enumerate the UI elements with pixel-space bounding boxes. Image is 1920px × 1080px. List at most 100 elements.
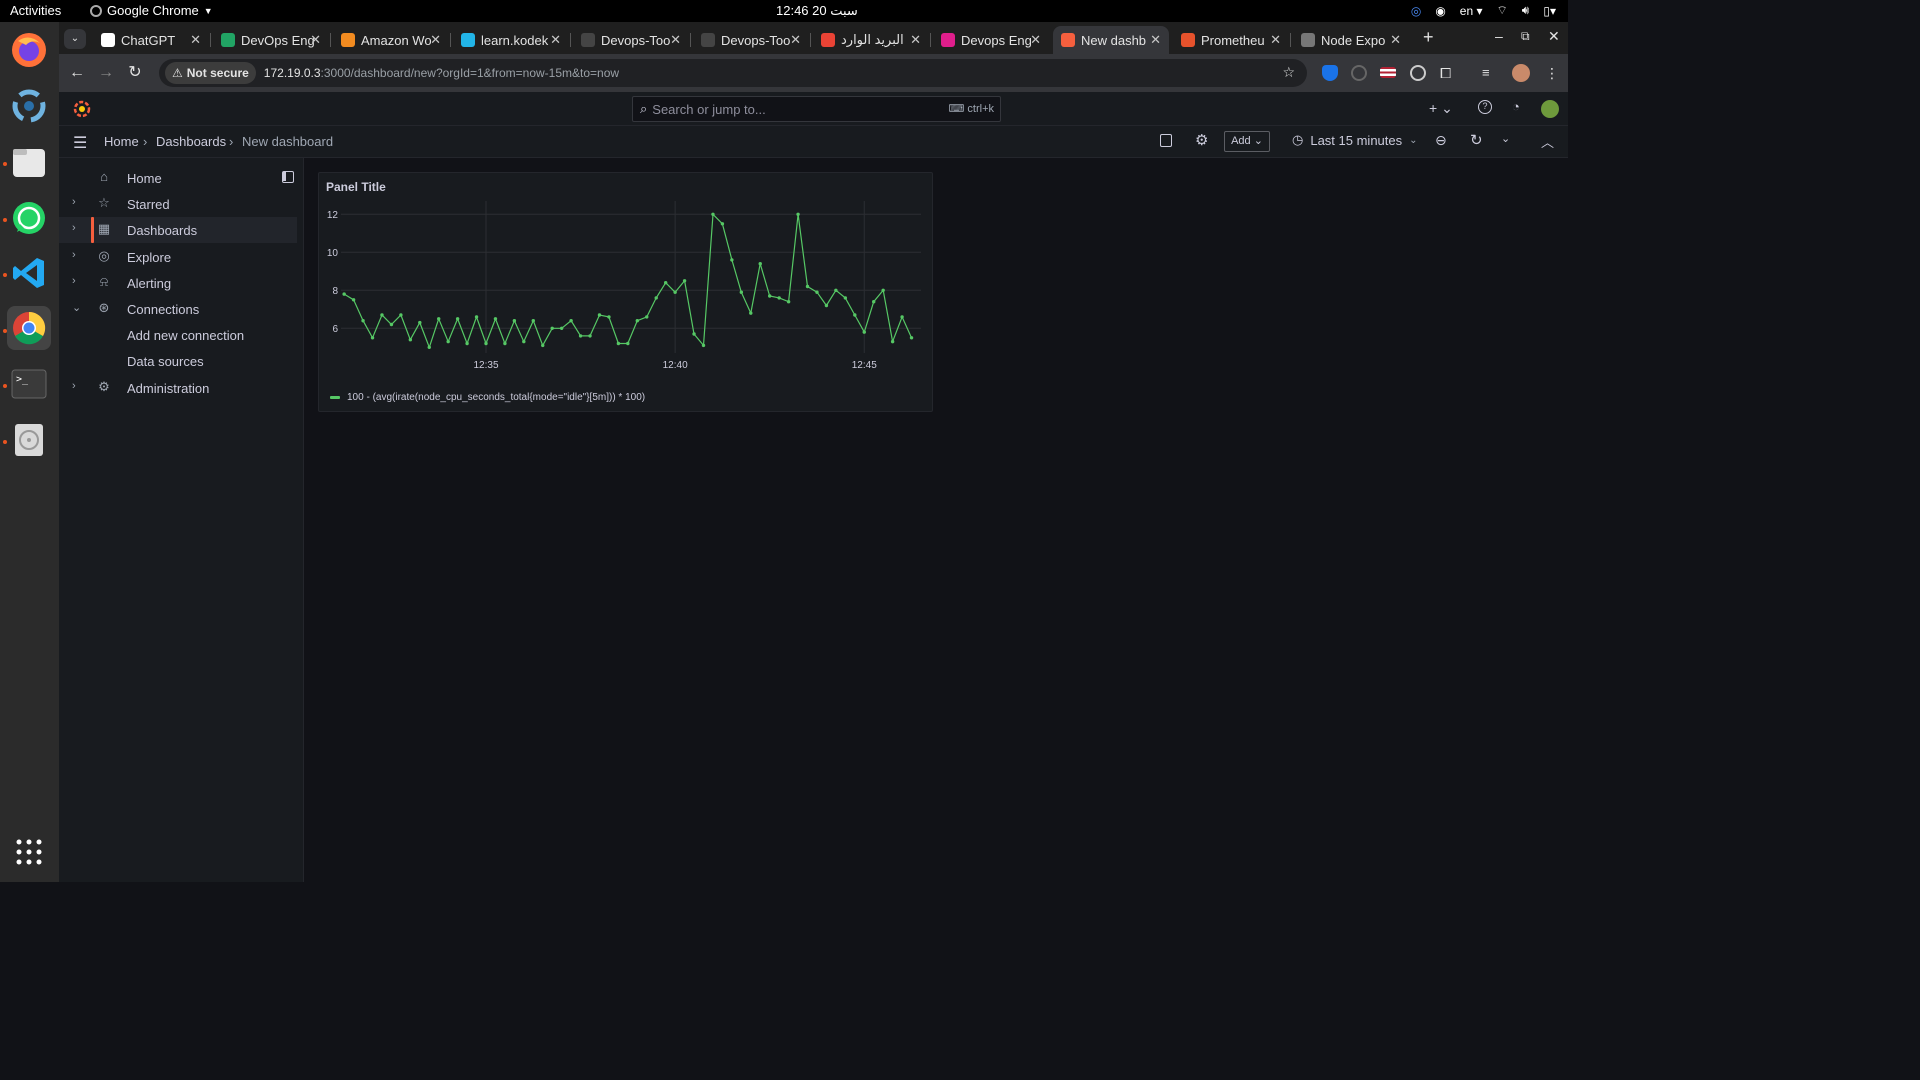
language-indicator[interactable]: en ▾ — [1460, 4, 1483, 18]
sidebar-item-data-sources[interactable]: Data sources — [59, 348, 297, 374]
chevron-right-icon[interactable]: › — [72, 275, 76, 287]
chevron-right-icon[interactable]: › — [72, 249, 76, 261]
breadcrumb-home[interactable]: Home — [104, 134, 139, 149]
sidebar-item-add-new-connection[interactable]: Add new connection — [59, 322, 297, 348]
wifi-icon[interactable]: ⌔ — [1497, 3, 1508, 18]
menu-toggle-icon[interactable]: ☰ — [73, 133, 87, 153]
chevron-down-icon[interactable]: ⌄ — [72, 301, 81, 314]
bookmark-star-icon[interactable]: ☆ — [1282, 64, 1295, 81]
user-avatar[interactable] — [1541, 100, 1559, 118]
time-series-chart[interactable]: 6 8 10 12 12:35 12:40 12:45 — [319, 197, 932, 397]
firefox-icon[interactable] — [7, 28, 51, 72]
restore-window-button[interactable]: ⧉ — [1521, 29, 1530, 44]
security-chip[interactable]: ⚠ Not secure — [165, 62, 256, 84]
settings-gear-icon[interactable]: ⚙ — [1195, 131, 1208, 149]
tab-close-icon[interactable]: ✕ — [190, 32, 201, 48]
volume-icon[interactable]: 🔊︎ — [1522, 3, 1530, 18]
tab-close-icon[interactable]: ✕ — [1270, 32, 1281, 48]
forward-button[interactable]: → — [95, 62, 117, 84]
tab-close-icon[interactable]: ✕ — [430, 32, 441, 48]
whatsapp-icon[interactable] — [7, 196, 51, 240]
tab-close-icon[interactable]: ✕ — [1030, 32, 1041, 48]
chart-legend[interactable]: 100 - (avg(irate(node_cpu_seconds_total{… — [330, 392, 645, 403]
tab-close-icon[interactable]: ✕ — [790, 32, 801, 48]
tab-close-icon[interactable]: ✕ — [910, 32, 921, 48]
sync-icon[interactable]: ◎ — [1411, 4, 1421, 18]
extension-globe-icon[interactable] — [1410, 65, 1426, 81]
new-tab-button[interactable]: + — [1423, 27, 1434, 48]
profile-avatar[interactable] — [1512, 64, 1530, 82]
extension-shield-icon[interactable] — [1322, 65, 1338, 81]
tab-10[interactable]: Node Expo ✕ — [1293, 26, 1409, 54]
app-grid-icon[interactable] — [7, 830, 51, 874]
data-point — [550, 326, 554, 330]
save-dashboard-icon[interactable] — [1160, 134, 1172, 147]
sidebar-item-dashboards[interactable]: › ▦ Dashboards — [59, 217, 297, 244]
tab-6[interactable]: البريد الوارد ✕ — [813, 26, 929, 54]
close-window-button[interactable]: ✕ — [1548, 28, 1560, 45]
system-tray[interactable]: ◎ ◉ en ▾ ⌔ 🔊︎ ▯▾ — [1411, 3, 1556, 18]
tab-search-button[interactable]: ⌄ — [64, 29, 86, 49]
tab-close-icon[interactable]: ✕ — [1390, 32, 1401, 48]
tab-8[interactable]: New dashb ✕ — [1053, 26, 1169, 54]
spiral-app-icon[interactable] — [7, 84, 51, 128]
reload-button[interactable]: ↻ — [124, 62, 146, 84]
sidebar-item-home[interactable]: ⌂ Home — [59, 165, 297, 191]
time-range-picker[interactable]: ◷ Last 15 minutes ⌄ — [1292, 132, 1418, 148]
sidebar-item-connections[interactable]: ⌄ ⊛ Connections — [59, 296, 297, 322]
grafana-logo-icon[interactable] — [73, 100, 91, 123]
panel-title[interactable]: Panel Title — [326, 180, 386, 194]
tab-2[interactable]: Amazon Wo ✕ — [333, 26, 449, 54]
files-icon[interactable] — [7, 140, 51, 184]
sidebar-item-explore[interactable]: › ◎ Explore — [59, 244, 297, 270]
tab-favicon-icon — [221, 33, 235, 47]
breadcrumb-dashboards[interactable]: Dashboards — [156, 134, 226, 149]
help-icon[interactable]: ? — [1478, 100, 1492, 114]
search-input[interactable]: ⌕ Search or jump to... ⌨ ctrl+k — [632, 96, 1001, 122]
chrome-tray-icon[interactable]: ◉ — [1435, 4, 1445, 18]
media-control-icon[interactable]: ≡ — [1482, 65, 1498, 81]
extension-eye-icon[interactable] — [1351, 65, 1367, 81]
clock[interactable]: 12:46 سبت 20 — [776, 3, 858, 19]
tab-close-icon[interactable]: ✕ — [1150, 32, 1161, 48]
tab-7[interactable]: Devops Eng ✕ — [933, 26, 1049, 54]
data-point — [626, 341, 630, 346]
tab-5[interactable]: Devops-Too ✕ — [693, 26, 809, 54]
chrome-menu-icon[interactable]: ⋮ — [1545, 65, 1561, 81]
add-button[interactable]: Add ⌄ — [1224, 131, 1270, 152]
terminal-icon[interactable]: >_ — [7, 362, 51, 406]
tab-3[interactable]: learn.kodek ✕ — [453, 26, 569, 54]
battery-icon[interactable]: ▯▾ — [1543, 4, 1556, 18]
tab-1[interactable]: DevOps Eng ✕ — [213, 26, 329, 54]
chevron-right-icon[interactable]: › — [72, 196, 76, 208]
refresh-interval-chevron-icon[interactable]: ⌄ — [1501, 132, 1510, 145]
news-rss-icon[interactable]: ◔ — [1512, 99, 1520, 114]
app-menu[interactable]: Google Chrome ▼ — [90, 3, 213, 18]
new-plus-button[interactable]: + ⌄ — [1429, 100, 1453, 117]
tab-close-icon[interactable]: ✕ — [550, 32, 561, 48]
tab-9[interactable]: Prometheu ✕ — [1173, 26, 1289, 54]
chevron-right-icon[interactable]: › — [72, 222, 76, 234]
tab-close-icon[interactable]: ✕ — [310, 32, 321, 48]
data-point — [484, 341, 488, 346]
tab-close-icon[interactable]: ✕ — [670, 32, 681, 48]
tab-4[interactable]: Devops-Too ✕ — [573, 26, 689, 54]
sidebar-item-alerting[interactable]: › ⍾ Alerting — [59, 270, 297, 296]
back-button[interactable]: ← — [66, 62, 88, 84]
graph-panel[interactable]: Panel Title 6 8 10 12 12:35 12:40 12:45 100 - … — [318, 172, 933, 412]
refresh-icon[interactable]: ↻ — [1470, 131, 1483, 149]
chrome-dock-icon[interactable] — [7, 306, 51, 350]
sidebar-item-starred[interactable]: › ☆ Starred — [59, 191, 297, 217]
zoom-out-icon[interactable]: ⊖ — [1435, 132, 1447, 149]
collapse-chevron-up-icon[interactable]: ︿ — [1541, 132, 1554, 151]
chevron-right-icon[interactable]: › — [72, 380, 76, 392]
extensions-puzzle-icon[interactable]: ⧠ — [1440, 65, 1456, 81]
minimize-window-button[interactable]: – — [1495, 28, 1503, 44]
omnibox[interactable]: ⚠ Not secure 172.19.0.3:3000/dashboard/n… — [159, 59, 1307, 87]
activities-button[interactable]: Activities — [10, 3, 61, 18]
sidebar-item-administration[interactable]: › ⚙ Administration — [59, 375, 297, 401]
disk-utility-icon[interactable] — [7, 418, 51, 462]
vscode-icon[interactable] — [7, 251, 51, 295]
extension-flag-icon[interactable] — [1380, 67, 1396, 78]
tab-0[interactable]: ChatGPT ✕ — [93, 26, 209, 54]
